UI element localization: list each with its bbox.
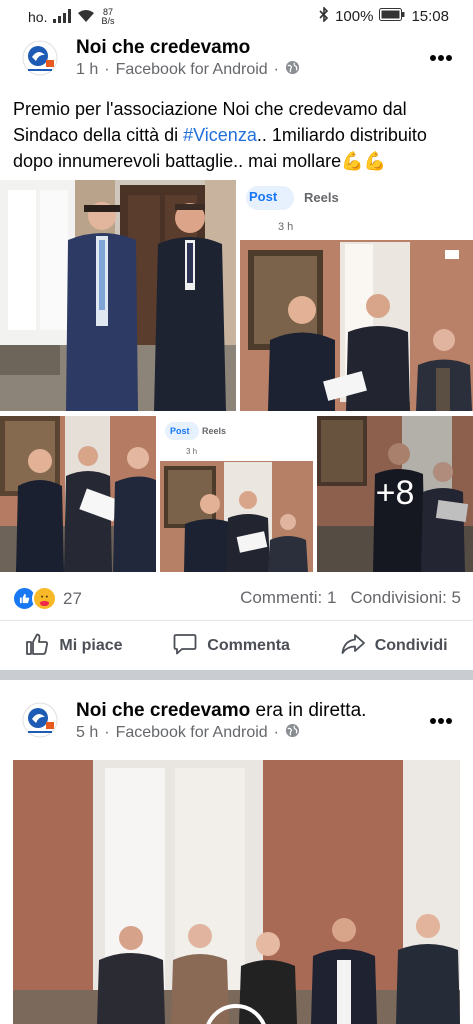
action-bar: Mi piace Commenta Condividi	[0, 620, 473, 671]
comment-button[interactable]: Commenta	[173, 633, 290, 660]
more-options-button[interactable]	[429, 701, 453, 732]
post-2-header: Noi che credevamo era in diretta.	[76, 700, 366, 722]
comments-count[interactable]: Commenti: 1	[240, 588, 336, 608]
meta-dot: ·	[104, 61, 110, 78]
more-photos-count: +8	[375, 474, 415, 512]
post-time[interactable]: 5 h	[76, 724, 98, 742]
page-avatar[interactable]	[22, 40, 58, 76]
reaction-summary[interactable]: 27	[12, 586, 82, 611]
meta-dot: ·	[273, 724, 279, 741]
comment-icon	[173, 633, 197, 660]
hashtag-link[interactable]: #Vicenza	[183, 125, 257, 145]
comment-label: Commenta	[207, 637, 290, 654]
post-meta: 1 h · Facebook for Android ·	[76, 60, 300, 80]
care-icon	[32, 586, 57, 611]
photo-2[interactable]: Post Reels 3 h	[240, 180, 473, 411]
more-icon	[429, 701, 453, 731]
meta-dot: ·	[273, 61, 279, 78]
page-avatar[interactable]	[22, 702, 58, 738]
photo-4[interactable]: Post Reels 3 h	[160, 416, 313, 572]
shares-count[interactable]: Condivisioni: 5	[350, 588, 461, 608]
more-options-button[interactable]	[429, 38, 453, 69]
post-source: Facebook for Android	[115, 724, 268, 741]
embedded-tab-reels-small: Reels	[202, 426, 227, 436]
more-icon	[429, 38, 453, 68]
like-label: Mi piace	[59, 637, 123, 654]
page-name[interactable]: Noi che credevamo	[76, 37, 250, 59]
share-label: Condividi	[374, 637, 448, 654]
post-1: Noi che credevamo 1 h · Facebook for And…	[0, 0, 473, 670]
live-video[interactable]	[13, 760, 460, 1024]
post-2: Noi che credevamo era in diretta. 5 h · …	[0, 680, 473, 1024]
post-separator	[0, 670, 473, 680]
post-time[interactable]: 1 h	[76, 61, 98, 79]
activity-text: era in diretta.	[255, 700, 367, 721]
photo-3[interactable]	[0, 416, 156, 572]
post-meta: 5 h · Facebook for Android ·	[76, 723, 300, 743]
thumb-up-icon	[25, 633, 49, 660]
embedded-time-small: 3 h	[186, 447, 198, 456]
photo-1[interactable]	[0, 180, 236, 411]
globe-icon	[285, 723, 300, 743]
embedded-tab-reels: Reels	[304, 190, 339, 205]
meta-dot: ·	[104, 724, 110, 741]
share-icon	[341, 633, 365, 660]
share-button[interactable]: Condividi	[341, 633, 448, 660]
embedded-tab-post-small: Post	[170, 426, 190, 436]
embedded-time: 3 h	[278, 221, 294, 233]
page-name[interactable]: Noi che credevamo	[76, 700, 250, 721]
embedded-tab-post: Post	[249, 189, 278, 204]
reaction-count: 27	[63, 588, 82, 608]
post-source: Facebook for Android	[115, 61, 268, 78]
globe-icon	[285, 60, 300, 80]
post-caption: Premio per l'associazione Noi che credev…	[13, 96, 463, 174]
engagement-counts: Commenti: 1 Condivisioni: 5	[240, 588, 461, 608]
flexed-biceps-emoji: 💪💪	[341, 151, 387, 171]
like-button[interactable]: Mi piace	[25, 633, 123, 660]
photo-5-more[interactable]: +8	[317, 416, 473, 572]
